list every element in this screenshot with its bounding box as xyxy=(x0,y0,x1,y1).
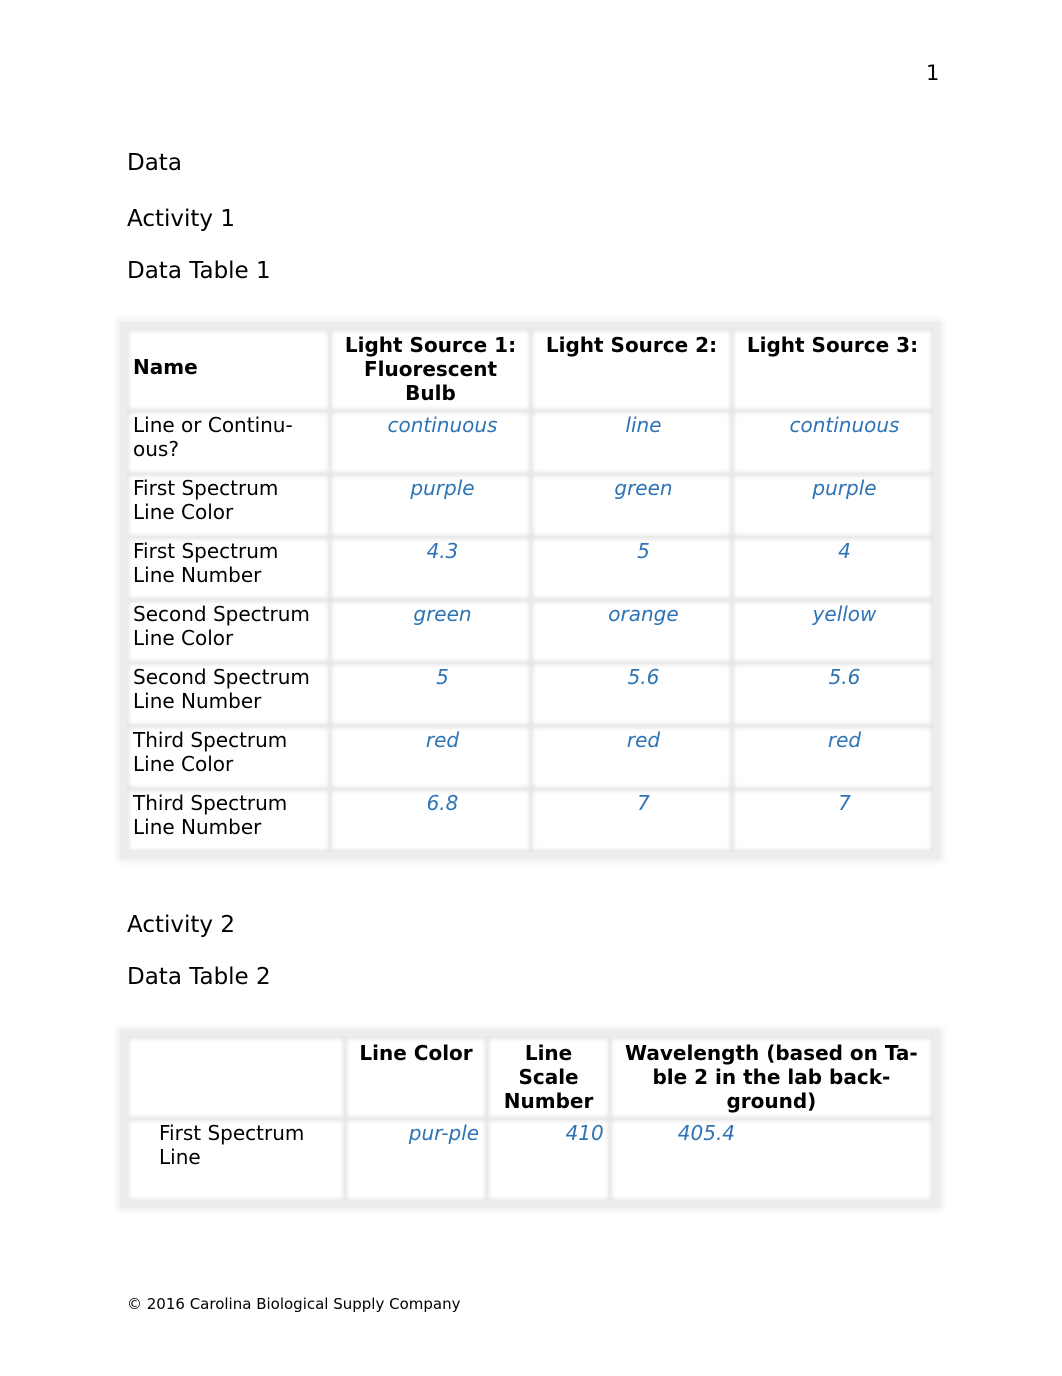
row-label: Third Spectrum Line Number xyxy=(127,789,330,852)
row-label: Line or Continu-ous? xyxy=(127,411,330,474)
cell-value: 6.8 xyxy=(330,789,531,852)
table-row: First Spectrum Line Number 4.3 5 4 xyxy=(127,537,933,600)
header-light-source-2: Light Source 2: xyxy=(530,329,732,411)
header-light-source-1: Light Source 1: Fluorescent Bulb xyxy=(330,329,531,411)
table-header-row: Line Color Line Scale Number Wavelength … xyxy=(127,1037,933,1119)
row-label: Third Spectrum Line Color xyxy=(127,726,330,789)
table-row: Second Spectrum Line Number 5 5.6 5.6 xyxy=(127,663,933,726)
table-header-row: Name Light Source 1: Fluorescent Bulb Li… xyxy=(127,329,933,411)
header-line-scale-number: Line Scale Number xyxy=(487,1037,610,1119)
cell-value: yellow xyxy=(731,600,933,663)
wavelength-value: 405.4 xyxy=(609,1119,933,1201)
cell-value: purple xyxy=(731,474,933,537)
cell-value: red xyxy=(731,726,933,789)
data-table-2: Line Color Line Scale Number Wavelength … xyxy=(120,1030,940,1208)
table-row: Second Spectrum Line Color green orange yel… xyxy=(127,600,933,663)
cell-value: 5.6 xyxy=(731,663,933,726)
activity-2-heading: Activity 2 xyxy=(127,912,235,938)
cell-value: orange xyxy=(530,600,732,663)
table-row: Line or Continu-ous? continuous line contin… xyxy=(127,411,933,474)
cell-value: continuous xyxy=(731,411,933,474)
header-blank xyxy=(127,1037,345,1119)
row-label: Second Spectrum Line Number xyxy=(127,663,330,726)
header-wavelength: Wavelength (based on Ta-ble 2 in the lab… xyxy=(609,1037,933,1119)
data-table-2-title: Data Table 2 xyxy=(127,964,271,990)
row-label: Second Spectrum Line Color xyxy=(127,600,330,663)
cell-value: 7 xyxy=(530,789,732,852)
header-line-color: Line Color xyxy=(344,1037,488,1119)
data-table-1: Name Light Source 1: Fluorescent Bulb Li… xyxy=(120,322,940,859)
table-row: Third Spectrum Line Color red red red xyxy=(127,726,933,789)
row-label: First Spectrum Line Color xyxy=(127,474,330,537)
header-name: Name xyxy=(127,329,330,411)
cell-value: 5.6 xyxy=(530,663,732,726)
row-label: First Spectrum Line xyxy=(127,1119,345,1201)
cell-value: 4 xyxy=(731,537,933,600)
section-heading-data: Data xyxy=(127,150,182,176)
copyright-footer: © 2016 Carolina Biological Supply Compan… xyxy=(127,1295,461,1313)
cell-value: green xyxy=(330,600,531,663)
cell-value: green xyxy=(530,474,732,537)
table-row: First Spectrum Line Color purple green purp… xyxy=(127,474,933,537)
cell-value: red xyxy=(530,726,732,789)
cell-value: purple xyxy=(330,474,531,537)
activity-1-heading: Activity 1 xyxy=(127,206,235,232)
header-light-source-3: Light Source 3: xyxy=(731,329,933,411)
cell-value: line xyxy=(530,411,732,474)
cell-value: red xyxy=(330,726,531,789)
cell-value: continuous xyxy=(330,411,531,474)
table-row: First Spectrum Line pur-ple 410 405.4 xyxy=(127,1119,933,1201)
table-row: Third Spectrum Line Number 6.8 7 7 xyxy=(127,789,933,852)
cell-value: 4.3 xyxy=(330,537,531,600)
data-table-1-title: Data Table 1 xyxy=(127,258,271,284)
row-label: First Spectrum Line Number xyxy=(127,537,330,600)
cell-value: 5 xyxy=(330,663,531,726)
cell-value: 7 xyxy=(731,789,933,852)
line-color-value: pur-ple xyxy=(344,1119,488,1201)
line-scale-number-value: 410 xyxy=(487,1119,610,1201)
page-number: 1 xyxy=(926,61,940,85)
cell-value: 5 xyxy=(530,537,732,600)
